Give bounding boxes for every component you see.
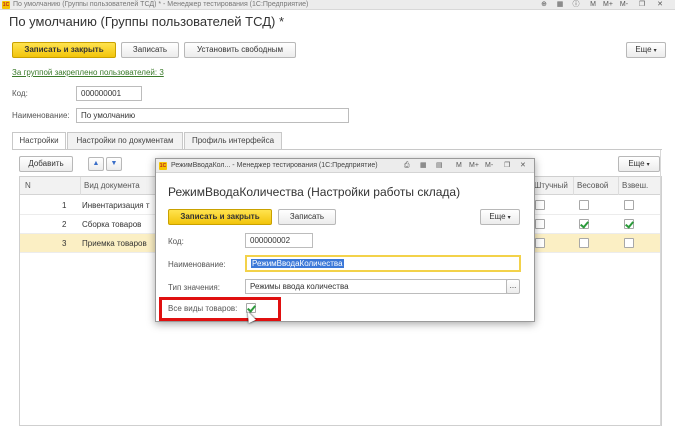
more-button[interactable]: Еще ▾	[626, 42, 666, 58]
memory-minus-icon[interactable]: M-	[618, 1, 630, 9]
dropdown-arrow-icon: ▾	[507, 215, 511, 221]
dialog-code-field[interactable]: 000000002	[245, 233, 313, 248]
dialog-title: РежимВводаКоличества (Настройки работы с…	[168, 185, 461, 199]
piece-checkbox[interactable]	[535, 219, 545, 229]
weight-checkbox[interactable]	[579, 200, 589, 210]
dialog-save-button[interactable]: Записать	[278, 209, 336, 225]
piece-checkbox[interactable]	[535, 238, 545, 248]
save-button[interactable]: Записать	[121, 42, 179, 58]
add-button[interactable]: Добавить	[19, 156, 73, 172]
info-icon[interactable]: ⓘ	[572, 1, 580, 9]
app-logo-icon: 1С	[159, 162, 167, 170]
arrow-up-icon[interactable]: ▲	[88, 157, 104, 171]
dialog-type-label: Тип значения:	[168, 283, 220, 292]
dropdown-arrow-icon: ▾	[653, 48, 657, 54]
calendar-icon[interactable]: ▤	[436, 162, 443, 170]
name-field[interactable]: По умолчанию	[76, 108, 349, 123]
assigned-users-link[interactable]: За группой закреплено пользователей: 3	[12, 68, 164, 77]
close-icon[interactable]: ✕	[520, 162, 526, 170]
tab-divider	[12, 149, 662, 150]
tab-settings[interactable]: Настройки	[12, 132, 66, 150]
dialog-name-field[interactable]: РежимВводаКоличества	[245, 255, 521, 272]
memory-plus-icon[interactable]: M+	[469, 162, 479, 170]
column-n[interactable]: N	[20, 177, 80, 195]
more-label: Еще	[635, 45, 652, 54]
row-doc-type: Инвентаризация т	[82, 201, 150, 210]
weight-checkbox[interactable]	[579, 238, 589, 248]
weight-checkbox[interactable]	[579, 219, 589, 229]
grid-icon[interactable]: ▦	[556, 1, 564, 9]
weighed-checkbox[interactable]	[624, 200, 634, 210]
select-type-button[interactable]: ...	[506, 279, 520, 294]
dialog-name-label: Наименование:	[168, 260, 226, 269]
memory-minus-icon[interactable]: M-	[485, 162, 493, 170]
tab-document-settings[interactable]: Настройки по документам	[67, 132, 183, 149]
code-field[interactable]: 000000001	[76, 86, 142, 101]
table-more-label: Еще	[628, 159, 645, 168]
dialog-name-value: РежимВводаКоличества	[251, 259, 344, 268]
weighed-checkbox[interactable]	[624, 219, 634, 229]
window-titlebar: 1С По умолчанию (Группы пользователей ТС…	[0, 0, 675, 10]
dialog-window-title: РежимВводаКол... - Менеджер тестирования…	[171, 162, 378, 169]
arrow-down-icon[interactable]: ▼	[106, 157, 122, 171]
pin-icon[interactable]: ⊕	[540, 1, 548, 9]
column-weighed[interactable]: Взвеш.	[618, 177, 661, 195]
dialog-code-label: Код:	[168, 237, 184, 246]
memory-icon[interactable]: M	[588, 1, 598, 9]
code-label: Код:	[12, 89, 28, 98]
row-number: 3	[62, 239, 67, 248]
row-number: 2	[62, 220, 67, 229]
grid-icon[interactable]: ▦	[420, 162, 427, 170]
set-free-button[interactable]: Установить свободным	[184, 42, 296, 58]
highlight-frame	[159, 297, 281, 321]
table-more-button[interactable]: Еще ▾	[618, 156, 660, 172]
dialog-type-field[interactable]: Режимы ввода количества	[245, 279, 507, 294]
memory-icon[interactable]: M	[456, 162, 462, 170]
name-label: Наименование:	[12, 111, 70, 120]
window-title: По умолчанию (Группы пользователей ТСД) …	[13, 1, 309, 8]
print-icon[interactable]: ⎙	[404, 162, 410, 170]
app-logo-icon: 1С	[2, 1, 10, 9]
row-number: 1	[62, 201, 67, 210]
memory-plus-icon[interactable]: M+	[602, 1, 614, 9]
page-title: По умолчанию (Группы пользователей ТСД) …	[9, 14, 285, 29]
scrollbar[interactable]	[660, 150, 661, 426]
row-doc-type: Приемка товаров	[82, 239, 147, 248]
piece-checkbox[interactable]	[535, 200, 545, 210]
tab-interface-profile[interactable]: Профиль интерфейса	[184, 132, 282, 149]
row-doc-type: Сборка товаров	[82, 220, 142, 229]
save-close-button[interactable]: Записать и закрыть	[12, 42, 116, 58]
restore-icon[interactable]: ❐	[504, 162, 510, 170]
column-piece[interactable]: Штучный	[530, 177, 573, 195]
weighed-checkbox[interactable]	[624, 238, 634, 248]
restore-icon[interactable]: ❐	[638, 1, 646, 9]
dialog-titlebar: 1С РежимВводаКол... - Менеджер тестирова…	[156, 159, 534, 173]
column-weight[interactable]: Весовой	[573, 177, 618, 195]
close-icon[interactable]: ✕	[656, 1, 664, 9]
dropdown-arrow-icon: ▾	[646, 162, 650, 168]
dialog-more-button[interactable]: Еще ▾	[480, 209, 520, 225]
dialog-save-close-button[interactable]: Записать и закрыть	[168, 209, 272, 225]
dialog-more-label: Еще	[489, 212, 506, 221]
